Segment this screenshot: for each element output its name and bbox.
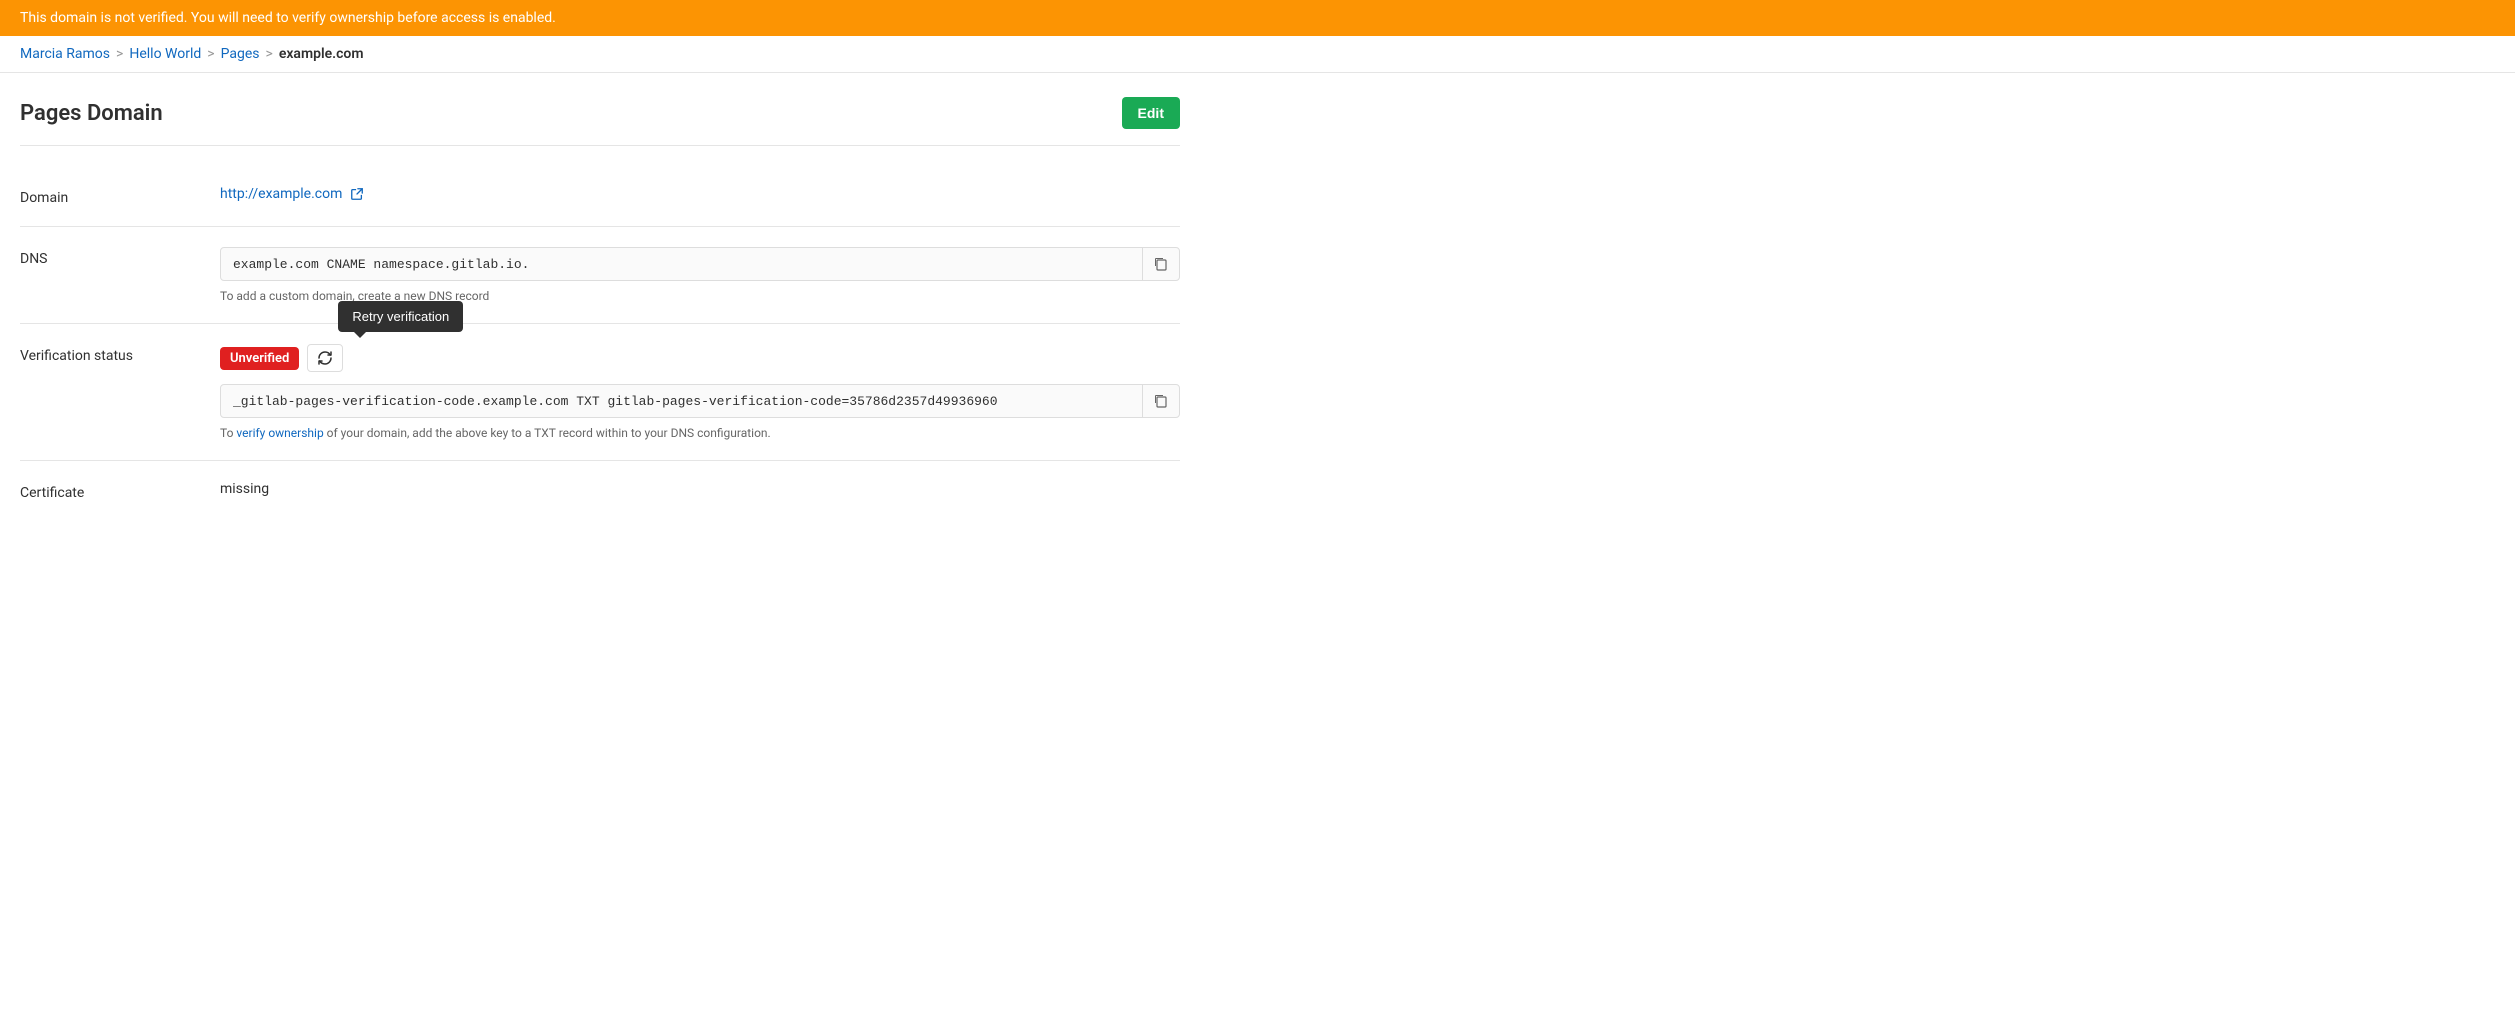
breadcrumb-item-pages[interactable]: Pages (221, 46, 260, 62)
dns-help-text: To add a custom domain, create a new DNS… (220, 289, 1180, 303)
verify-ownership-link[interactable]: verify ownership (236, 426, 323, 440)
breadcrumb-item-marcia[interactable]: Marcia Ramos (20, 46, 110, 62)
domain-value: http://example.com (220, 186, 1180, 202)
warning-banner: This domain is not verified. You will ne… (0, 0, 2515, 36)
verification-code-wrapper (220, 384, 1180, 418)
breadcrumb-separator-1: > (116, 46, 123, 62)
certificate-label: Certificate (20, 481, 220, 501)
copy-icon (1153, 256, 1169, 272)
unverified-badge: Unverified (220, 347, 299, 370)
certificate-status: missing (220, 481, 269, 497)
domain-label: Domain (20, 186, 220, 206)
breadcrumb-separator-2: > (207, 46, 214, 62)
breadcrumb: Marcia Ramos > Hello World > Pages > exa… (0, 36, 2515, 73)
dns-input[interactable] (221, 249, 1142, 280)
external-link-icon (350, 187, 364, 201)
verification-value: Unverified Retry verification (220, 344, 1180, 440)
page-title: Pages Domain (20, 101, 163, 126)
dns-value: To add a custom domain, create a new DNS… (220, 247, 1180, 303)
dns-input-wrapper (220, 247, 1180, 281)
copy-icon-2 (1153, 393, 1169, 409)
domain-link[interactable]: http://example.com (220, 186, 364, 202)
retry-icon (316, 349, 334, 367)
domain-row: Domain http://example.com (20, 166, 1180, 227)
warning-banner-text: This domain is not verified. You will ne… (20, 10, 556, 26)
breadcrumb-item-hello-world[interactable]: Hello World (129, 46, 201, 62)
certificate-row: Certificate missing (20, 461, 1180, 521)
breadcrumb-separator-3: > (265, 46, 272, 62)
certificate-value: missing (220, 481, 1180, 497)
verification-label: Verification status (20, 344, 220, 364)
verification-area: Unverified Retry verification (220, 344, 1180, 372)
verification-copy-button[interactable] (1142, 385, 1179, 417)
main-content: Pages Domain Edit Domain http://example.… (0, 73, 1200, 545)
verification-row: Verification status Unverified Retry ver… (20, 324, 1180, 461)
verification-code-input[interactable] (221, 386, 1142, 417)
breadcrumb-current: example.com (279, 46, 364, 62)
dns-label: DNS (20, 247, 220, 267)
dns-copy-button[interactable] (1142, 248, 1179, 280)
retry-verification-button[interactable]: Retry verification (307, 344, 343, 372)
page-header: Pages Domain Edit (20, 97, 1180, 146)
verification-help-text: To verify ownership of your domain, add … (220, 426, 1180, 440)
edit-button[interactable]: Edit (1122, 97, 1180, 129)
dns-row: DNS To add a custom domain, create a new… (20, 227, 1180, 324)
